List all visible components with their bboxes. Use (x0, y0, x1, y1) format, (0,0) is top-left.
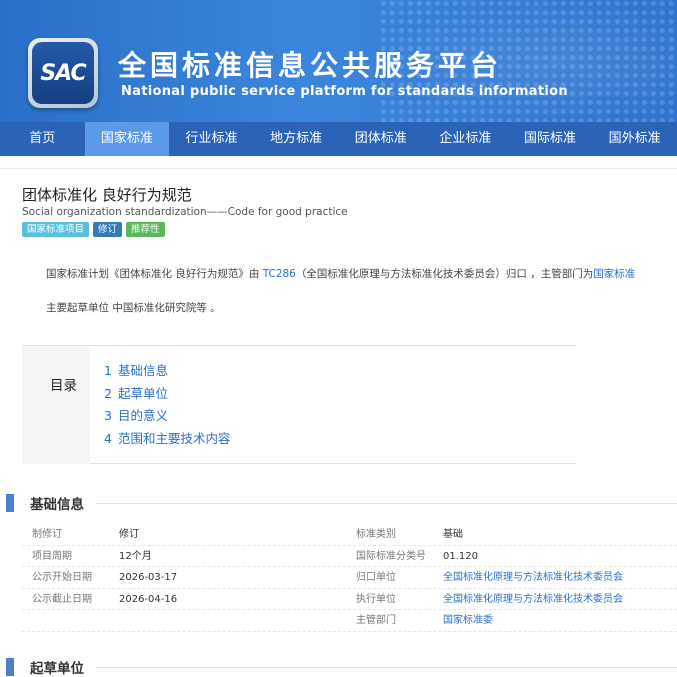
field-label: 项目周期 (32, 550, 72, 562)
section-marker (6, 658, 14, 676)
tc-link[interactable]: TC286 (263, 268, 296, 280)
section-divider (96, 503, 677, 504)
toc-sidebar (22, 346, 90, 464)
intro-prefix: 国家标准计划《团体标准化 良好行为规范》由 (46, 268, 263, 280)
field-value: 01.120 (443, 550, 478, 562)
section-basic-info: 基础信息 (0, 492, 677, 514)
nav-item-national-standards[interactable]: 国家标准 (84, 122, 170, 156)
tag-national-project: 国家标准项目 (22, 222, 90, 237)
toc-item-drafting-units[interactable]: 2 起草单位 (104, 383, 230, 406)
toc-item-basic-info[interactable]: 1 基础信息 (104, 360, 230, 383)
nav-item-foreign-standards[interactable]: 国外标准 (592, 122, 677, 156)
table-row: 公示截止日期 2026-04-16 执行单位 全国标准化原理与方法标准化技术委员… (22, 589, 677, 610)
field-label: 公示截止日期 (32, 593, 92, 605)
field-value-link[interactable]: 国家标准委 (443, 610, 493, 631)
nav-item-enterprise-standards[interactable]: 企业标准 (423, 122, 508, 156)
section-heading: 基础信息 (30, 497, 84, 513)
toc-item-scope[interactable]: 4 范围和主要技术内容 (104, 428, 230, 451)
toc-item-purpose[interactable]: 3 目的意义 (104, 405, 230, 428)
table-row: 制修订 修订 标准类别 基础 (22, 524, 677, 546)
basic-info-table: 制修订 修订 标准类别 基础 项目周期 12个月 国际标准分类号 01.120 … (22, 524, 677, 632)
table-row: 项目周期 12个月 国际标准分类号 01.120 (22, 546, 677, 567)
site-title: 全国标准信息公共服务平台 (118, 49, 503, 82)
section-drafting-units: 起草单位 (0, 656, 677, 677)
intro-text: 国家标准计划《团体标准化 良好行为规范》由 TC286（全国标准化原理与方法标准… (46, 266, 635, 281)
field-label: 归口单位 (356, 572, 396, 583)
divider (0, 168, 677, 169)
tag-revision: 修订 (93, 222, 123, 237)
nav-item-international-standards[interactable]: 国际标准 (508, 122, 593, 156)
nav-item-home[interactable]: 首页 (0, 122, 85, 156)
tag-recommended: 推荐性 (126, 222, 165, 237)
field-value: 基础 (443, 529, 463, 540)
nav-item-industry-standards[interactable]: 行业标准 (169, 122, 254, 156)
field-label: 标准类别 (356, 529, 396, 540)
sac-logo-text: SAC (32, 42, 94, 104)
field-value: 12个月 (119, 550, 152, 562)
sac-logo[interactable]: SAC (28, 38, 98, 108)
intro-middle: （全国标准化原理与方法标准化技术委员会）归口 ，主管部门为 (295, 268, 594, 280)
field-label: 公示开始日期 (32, 572, 92, 583)
page-title: 团体标准化 良好行为规范 (22, 186, 192, 204)
nav-item-group-standards[interactable]: 团体标准 (339, 122, 424, 156)
field-label: 主管部门 (356, 615, 396, 626)
table-row: 公示开始日期 2026-03-17 归口单位 全国标准化原理与方法标准化技术委员… (22, 567, 677, 589)
field-value-link[interactable]: 全国标准化原理与方法标准化技术委员会 (443, 567, 623, 588)
field-label: 国际标准分类号 (356, 550, 426, 562)
nav-item-local-standards[interactable]: 地方标准 (254, 122, 339, 156)
intro-drafting-text: 主要起草单位 中国标准化研究院等 。 (46, 302, 221, 314)
field-label: 执行单位 (356, 593, 396, 605)
section-heading: 起草单位 (30, 661, 84, 677)
toc-list: 1 基础信息 2 起草单位 3 目的意义 4 范围和主要技术内容 (104, 360, 230, 450)
field-label: 制修订 (32, 529, 62, 540)
page-title-english: Social organization standardization——Cod… (22, 206, 348, 218)
field-value: 修订 (119, 529, 139, 540)
main-nav: 首页 国家标准 行业标准 地方标准 团体标准 企业标准 国际标准 国外标准 (0, 122, 677, 156)
table-row: 主管部门 国家标准委 (22, 610, 677, 632)
dept-link[interactable]: 国家标准 (593, 268, 635, 280)
section-divider (96, 667, 677, 668)
header-banner: SAC 全国标准信息公共服务平台 National public service… (0, 0, 677, 122)
field-value: 2026-03-17 (119, 572, 178, 583)
section-marker (6, 494, 14, 512)
tag-group: 国家标准项目 修订 推荐性 (22, 222, 165, 237)
field-value: 2026-04-16 (119, 593, 178, 605)
toc-heading: 目录 (50, 378, 77, 394)
main-content: 团体标准化 良好行为规范 Social organization standar… (0, 156, 677, 677)
site-subtitle: National public service platform for sta… (121, 84, 568, 99)
field-value-link[interactable]: 全国标准化原理与方法标准化技术委员会 (443, 589, 623, 610)
table-of-contents: 目录 1 基础信息 2 起草单位 3 目的意义 4 范围和主要技术内容 (22, 345, 576, 464)
